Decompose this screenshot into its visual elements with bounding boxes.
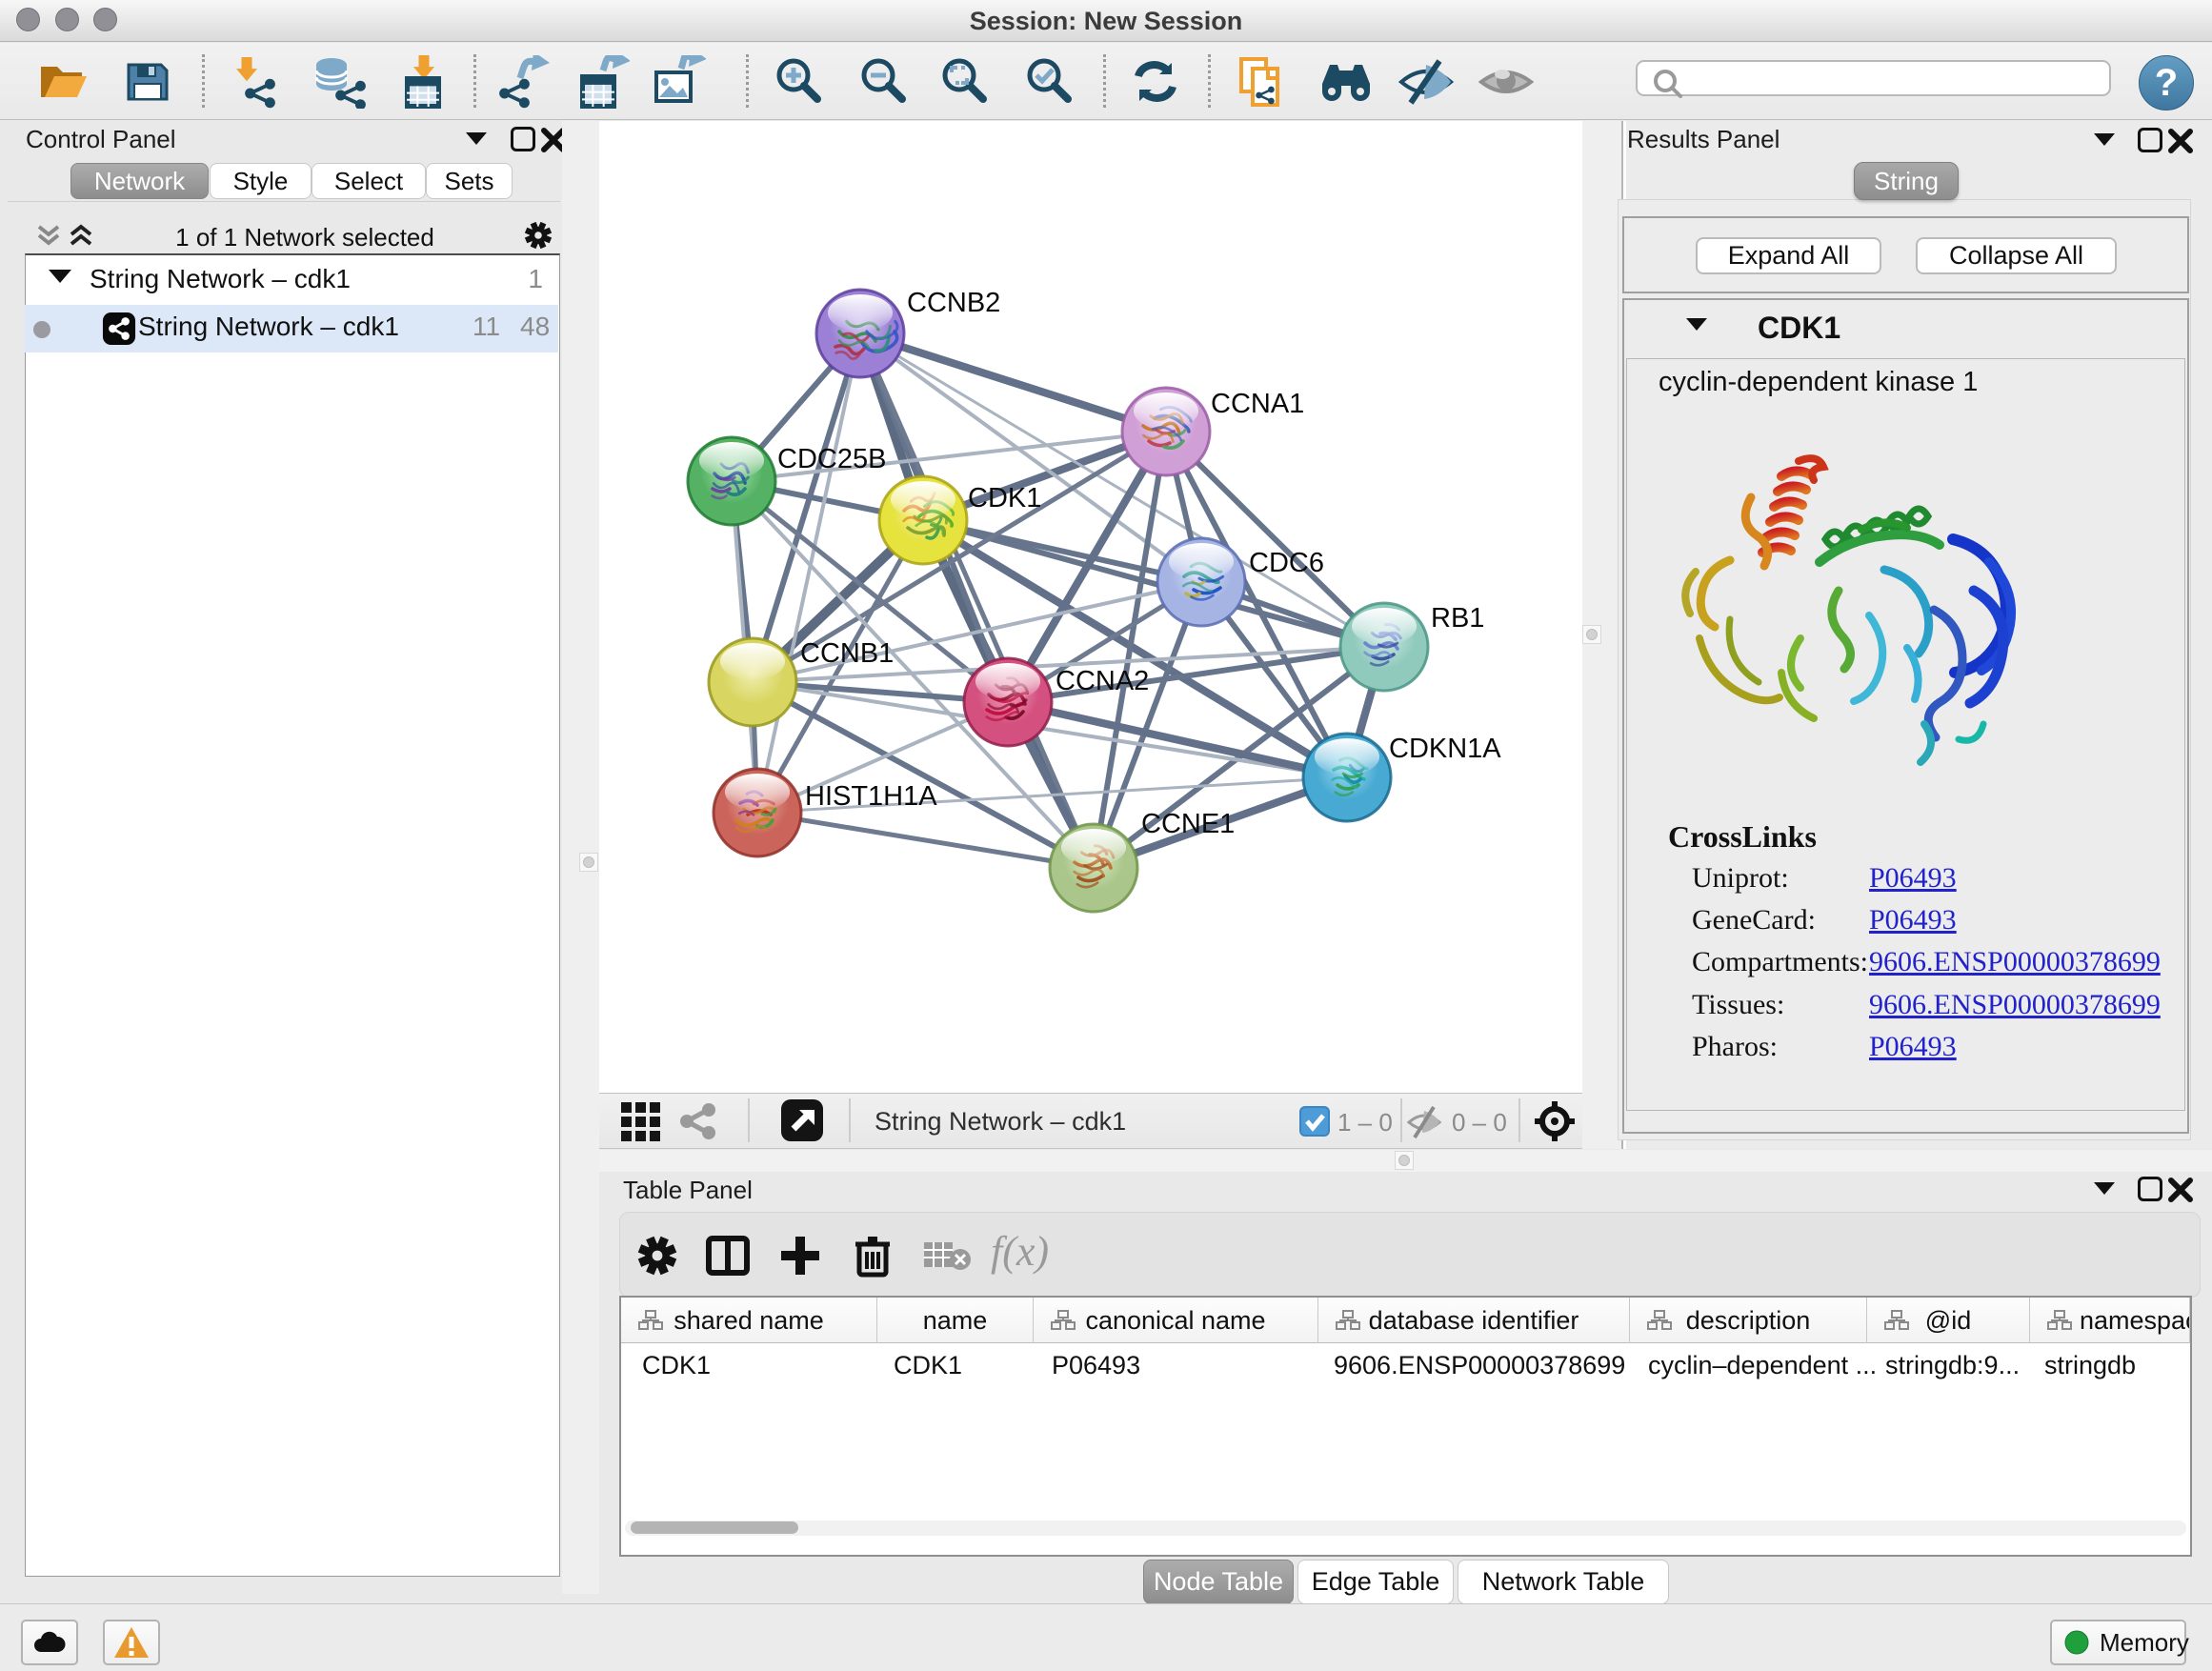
svg-text:CCNA1: CCNA1	[1211, 389, 1304, 419]
svg-text:RB1: RB1	[1431, 603, 1484, 634]
svg-text:CCNA2: CCNA2	[1056, 666, 1149, 696]
svg-text:CDKN1A: CDKN1A	[1389, 734, 1501, 764]
svg-text:CCNE1: CCNE1	[1141, 809, 1235, 839]
svg-text:HIST1H1A: HIST1H1A	[805, 781, 937, 812]
svg-text:CCNB1: CCNB1	[800, 638, 894, 669]
svg-text:CDC25B: CDC25B	[777, 444, 886, 474]
svg-text:CCNB2: CCNB2	[907, 288, 1000, 318]
svg-text:CDC6: CDC6	[1249, 548, 1324, 578]
svg-text:CDK1: CDK1	[968, 483, 1041, 513]
